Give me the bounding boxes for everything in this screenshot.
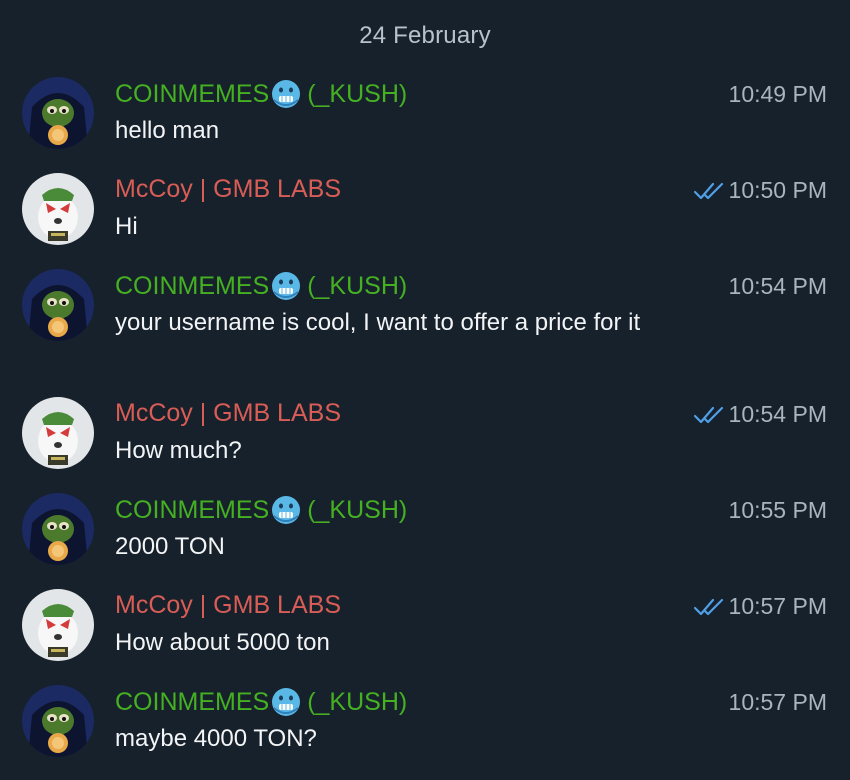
freezing-face-icon [272, 496, 301, 524]
avatar[interactable] [22, 685, 94, 757]
message-text: your username is cool, I want to offer a… [115, 309, 641, 336]
message-time: 10:55 PM [728, 497, 827, 523]
avatar-coinmemes-icon [22, 685, 94, 757]
message-time: 10:50 PM [693, 177, 827, 204]
message-time: 10:54 PM [693, 401, 827, 428]
avatar-mccoy-icon [22, 397, 94, 469]
message-item[interactable]: McCoy | GMB LABS 10:50 PM Hi [0, 173, 850, 253]
message-item[interactable]: COINMEMES (_KUSH) 10:55 PM 2000 TON [0, 493, 850, 573]
read-double-check-icon [693, 598, 723, 615]
message-text: hello man [115, 117, 220, 144]
freezing-face-icon [272, 80, 301, 108]
message-text: 2000 TON [115, 533, 225, 560]
message-text: How much? [115, 437, 242, 464]
message-time: 10:57 PM [728, 689, 827, 715]
message-text: Hi [115, 213, 138, 240]
read-double-check-icon [693, 406, 723, 423]
message-time: 10:57 PM [693, 593, 827, 620]
avatar-coinmemes-icon [22, 77, 94, 149]
date-separator: 24 February [359, 22, 491, 49]
avatar[interactable] [22, 77, 94, 149]
sender-name[interactable]: McCoy | GMB LABS [115, 591, 341, 620]
message-text: maybe 4000 TON? [115, 725, 317, 752]
avatar-mccoy-icon [22, 173, 94, 245]
avatar[interactable] [22, 589, 94, 661]
avatar[interactable] [22, 493, 94, 565]
sender-name[interactable]: McCoy | GMB LABS [115, 399, 341, 428]
message-text: How about 5000 ton [115, 629, 330, 656]
read-double-check-icon [693, 182, 723, 199]
avatar[interactable] [22, 173, 94, 245]
message-item[interactable]: COINMEMES (_KUSH) 10:54 PM your username… [0, 269, 850, 379]
message-item[interactable]: COINMEMES (_KUSH) 10:57 PM maybe 4000 TO… [0, 685, 850, 765]
message-item[interactable]: COINMEMES (_KUSH) 10:49 PM hello man [0, 77, 850, 157]
avatar-mccoy-icon [22, 589, 94, 661]
message-time: 10:54 PM [728, 273, 827, 299]
avatar[interactable] [22, 269, 94, 341]
avatar-coinmemes-icon [22, 269, 94, 341]
sender-name[interactable]: McCoy | GMB LABS [115, 175, 341, 204]
sender-name[interactable]: COINMEMES (_KUSH) [115, 687, 407, 717]
message-item[interactable]: McCoy | GMB LABS 10:57 PM How about 5000… [0, 589, 850, 669]
sender-name[interactable]: COINMEMES (_KUSH) [115, 79, 407, 109]
message-item[interactable]: McCoy | GMB LABS 10:54 PM How much? [0, 397, 850, 477]
message-time: 10:49 PM [728, 81, 827, 107]
freezing-face-icon [272, 272, 301, 300]
sender-name[interactable]: COINMEMES (_KUSH) [115, 271, 407, 301]
freezing-face-icon [272, 688, 301, 716]
sender-name[interactable]: COINMEMES (_KUSH) [115, 495, 407, 525]
avatar[interactable] [22, 397, 94, 469]
avatar-coinmemes-icon [22, 493, 94, 565]
